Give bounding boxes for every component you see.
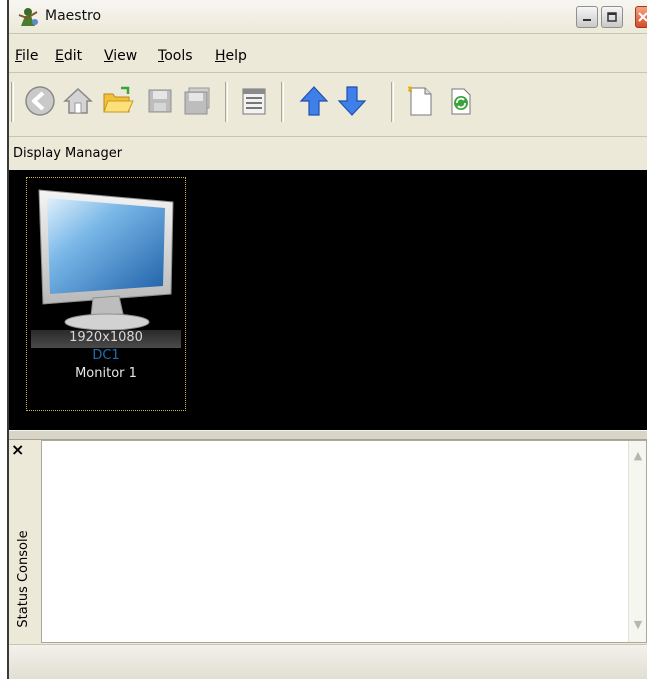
save-icon (148, 89, 172, 113)
status-console-log[interactable]: ▲ ▼ (41, 440, 647, 643)
save-all-icon (184, 87, 210, 115)
toolbar-grip[interactable] (11, 82, 14, 122)
move-down-icon (337, 86, 367, 116)
maximize-icon (607, 12, 617, 22)
new-document-icon (407, 86, 432, 116)
move-down-button[interactable] (333, 82, 371, 122)
maximize-button[interactable] (601, 6, 623, 28)
back-button[interactable] (21, 82, 59, 122)
console-scrollbar[interactable]: ▲ ▼ (628, 441, 646, 642)
display-manager-label: Display Manager (13, 146, 123, 161)
menu-help[interactable]: Help (215, 48, 247, 64)
home-icon (63, 87, 93, 114)
move-up-button[interactable] (295, 82, 333, 122)
new-document-button[interactable] (401, 82, 439, 122)
console-close-icon[interactable]: × (11, 440, 24, 459)
toolbar-separator-3 (391, 82, 394, 122)
move-up-icon (299, 86, 329, 116)
display-manager-canvas[interactable]: 1920x1080 DC1 Monitor 1 (9, 170, 647, 430)
toolbar-divider (9, 136, 647, 137)
status-console-title: Status Console (16, 530, 31, 628)
toolbar (9, 76, 647, 132)
close-button[interactable] (635, 6, 647, 28)
back-icon (25, 86, 55, 116)
menu-divider (9, 72, 647, 73)
minimize-button[interactable] (576, 6, 598, 28)
scroll-up-icon[interactable]: ▲ (631, 449, 645, 465)
monitor-name: Monitor 1 (75, 366, 137, 381)
window-title: Maestro (45, 8, 102, 24)
minimize-icon (583, 19, 591, 21)
refresh-icon (451, 88, 471, 115)
toolbar-separator-1 (225, 82, 228, 122)
home-button[interactable] (59, 82, 97, 122)
maestro-app-icon (17, 6, 39, 28)
monitor-icon (38, 189, 174, 331)
monitor-id: DC1 (92, 348, 120, 363)
properties-button[interactable] (235, 82, 273, 122)
open-folder-button[interactable] (99, 82, 137, 122)
save-all-button[interactable] (179, 82, 217, 122)
status-bar (9, 644, 647, 679)
menu-file[interactable]: File (15, 48, 38, 64)
menu-edit[interactable]: Edit (55, 48, 82, 64)
open-folder-icon (103, 86, 134, 113)
refresh-button[interactable] (441, 82, 479, 122)
panel-splitter[interactable] (9, 430, 647, 440)
menu-view[interactable]: View (104, 48, 137, 64)
monitor-card[interactable]: 1920x1080 DC1 Monitor 1 (26, 177, 186, 411)
toolbar-separator-2 (281, 82, 284, 122)
status-console-tab: × Status Console (9, 440, 41, 643)
close-icon (638, 12, 647, 22)
maestro-window: Maestro File Edit View Tools Help Displa… (7, 0, 647, 679)
monitor-resolution: 1920x1080 (69, 330, 143, 345)
scroll-down-icon[interactable]: ▼ (631, 618, 645, 634)
title-bar[interactable]: Maestro (9, 0, 647, 34)
menu-bar: File Edit View Tools Help (9, 44, 647, 68)
menu-tools[interactable]: Tools (158, 48, 193, 64)
save-button[interactable] (141, 82, 179, 122)
properties-icon (242, 88, 266, 115)
